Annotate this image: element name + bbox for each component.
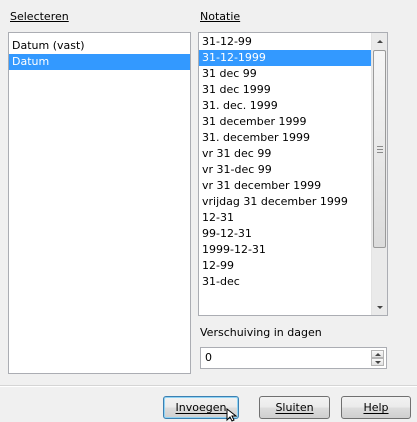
notation-list-item[interactable]: 12-99	[199, 258, 371, 274]
offset-label: Verschuiving in dagen	[200, 326, 322, 339]
spin-buttons[interactable]	[371, 350, 384, 366]
select-listbox[interactable]: Datum (vast) Datum	[8, 32, 191, 374]
notation-list-item[interactable]: 1999-12-31	[199, 242, 371, 258]
spin-up-icon[interactable]	[371, 350, 384, 358]
chevron-up-icon[interactable]	[372, 33, 387, 49]
notation-list-item[interactable]: 31 dec 1999	[199, 82, 371, 98]
notation-list-item[interactable]: 31. december 1999	[199, 130, 371, 146]
notation-list-item[interactable]: 31-dec	[199, 274, 371, 290]
offset-spinbox[interactable]: 0	[200, 347, 387, 369]
notation-list-item[interactable]: vr 31 december 1999	[199, 178, 371, 194]
close-button[interactable]: Sluiten	[259, 396, 330, 419]
mouse-pointer-icon	[226, 408, 238, 422]
help-button[interactable]: Help	[341, 396, 411, 419]
select-list-item[interactable]: Datum	[9, 54, 190, 70]
notation-scrollbar[interactable]	[371, 33, 387, 315]
notation-list-item[interactable]: 31-12-99	[199, 34, 371, 50]
select-label: Selecteren	[10, 10, 69, 23]
notation-list-item[interactable]: vr 31 dec 99	[199, 146, 371, 162]
scrollbar-thumb[interactable]	[373, 50, 386, 248]
notation-list-item[interactable]: 31 december 1999	[199, 114, 371, 130]
chevron-down-icon[interactable]	[372, 299, 387, 315]
offset-value[interactable]: 0	[205, 351, 212, 365]
select-list-item[interactable]: Datum (vast)	[9, 38, 190, 54]
notation-list-item[interactable]: 99-12-31	[199, 226, 371, 242]
notation-list-item[interactable]: vr 31-dec 99	[199, 162, 371, 178]
notation-listbox[interactable]: 31-12-99 31-12-1999 31 dec 99 31 dec 1999 31…	[198, 32, 388, 316]
grip-icon	[376, 145, 383, 153]
notation-list-item[interactable]: 31-12-1999	[199, 50, 371, 66]
notation-list-item[interactable]: 31 dec 99	[199, 66, 371, 82]
notation-list-item[interactable]: 12-31	[199, 210, 371, 226]
spin-down-icon[interactable]	[371, 358, 384, 366]
divider	[0, 385, 417, 387]
notation-list-item[interactable]: 31. dec. 1999	[199, 98, 371, 114]
notation-label: Notatie	[200, 10, 241, 23]
notation-list-item[interactable]: vrijdag 31 december 1999	[199, 194, 371, 210]
